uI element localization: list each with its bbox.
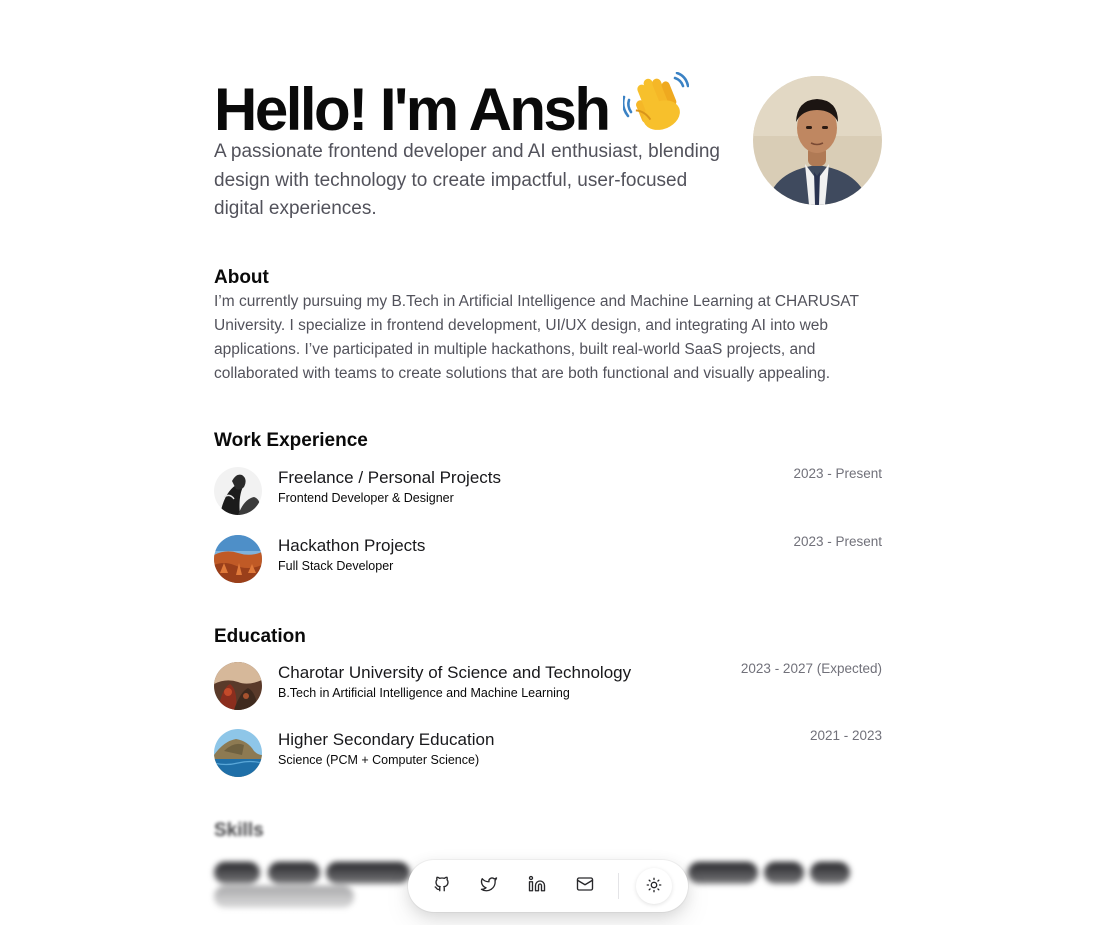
education-heading: Education: [214, 626, 306, 647]
about-heading: About: [214, 267, 269, 288]
github-link[interactable]: [424, 868, 460, 904]
linkedin-icon: [528, 875, 546, 898]
avatar: [753, 76, 882, 205]
waving-hand-icon: [621, 71, 689, 148]
twitter-link[interactable]: [471, 868, 507, 904]
education-item-name: Higher Secondary Education: [278, 730, 495, 749]
about-text: I’m currently pursuing my B.Tech in Arti…: [214, 293, 859, 382]
education-item-subject: Science (PCM + Computer Science): [278, 753, 480, 767]
education-item-name: Charotar University of Science and Techn…: [278, 663, 632, 682]
work-item-role: Full Stack Developer: [278, 559, 394, 573]
education-item-degree: B.Tech in Artificial Intelligence and Ma…: [278, 686, 570, 700]
portfolio-main: Hello! I'm Ansh A passionate frontend de…: [214, 0, 882, 908]
linkedin-link[interactable]: [519, 868, 555, 904]
work-item-name: Freelance / Personal Projects: [278, 468, 501, 487]
twitter-icon: [480, 875, 498, 898]
email-link[interactable]: [567, 868, 603, 904]
work-item-freelance[interactable]: Freelance / Personal Projects Frontend D…: [214, 466, 882, 515]
higher-secondary-logo: [214, 729, 262, 777]
sun-icon: [645, 876, 663, 897]
work-item-date: 2023 - Present: [793, 534, 882, 549]
education-item-charusat[interactable]: Charotar University of Science and Techn…: [214, 661, 882, 710]
social-dock: [408, 860, 688, 912]
work-item-hackathon[interactable]: Hackathon Projects Full Stack Developer …: [214, 534, 882, 583]
github-icon: [433, 875, 451, 898]
education-item-date: 2023 - 2027 (Expected): [740, 661, 882, 676]
work-item-role: Frontend Developer & Designer: [278, 491, 454, 505]
charusat-logo: [214, 662, 262, 710]
skills-heading: Skills: [214, 820, 264, 841]
dock-divider: [618, 873, 619, 899]
theme-toggle-button[interactable]: [636, 868, 672, 904]
education-item-date: 2021 - 2023: [809, 728, 882, 743]
work-item-date: 2023 - Present: [793, 466, 882, 481]
hackathon-logo: [214, 535, 262, 583]
freelance-logo: [214, 467, 262, 515]
work-item-name: Hackathon Projects: [278, 536, 426, 555]
hero-section: Hello! I'm Ansh A passionate frontend de…: [214, 0, 882, 240]
hero-subtitle: A passionate frontend developer and AI e…: [214, 141, 720, 219]
education-item-higher-secondary[interactable]: Higher Secondary Education Science (PCM …: [214, 728, 882, 777]
hero-title-text: Hello! I'm Ansh: [214, 76, 611, 143]
work-experience-heading: Work Experience: [214, 430, 368, 451]
mail-icon: [576, 875, 594, 898]
